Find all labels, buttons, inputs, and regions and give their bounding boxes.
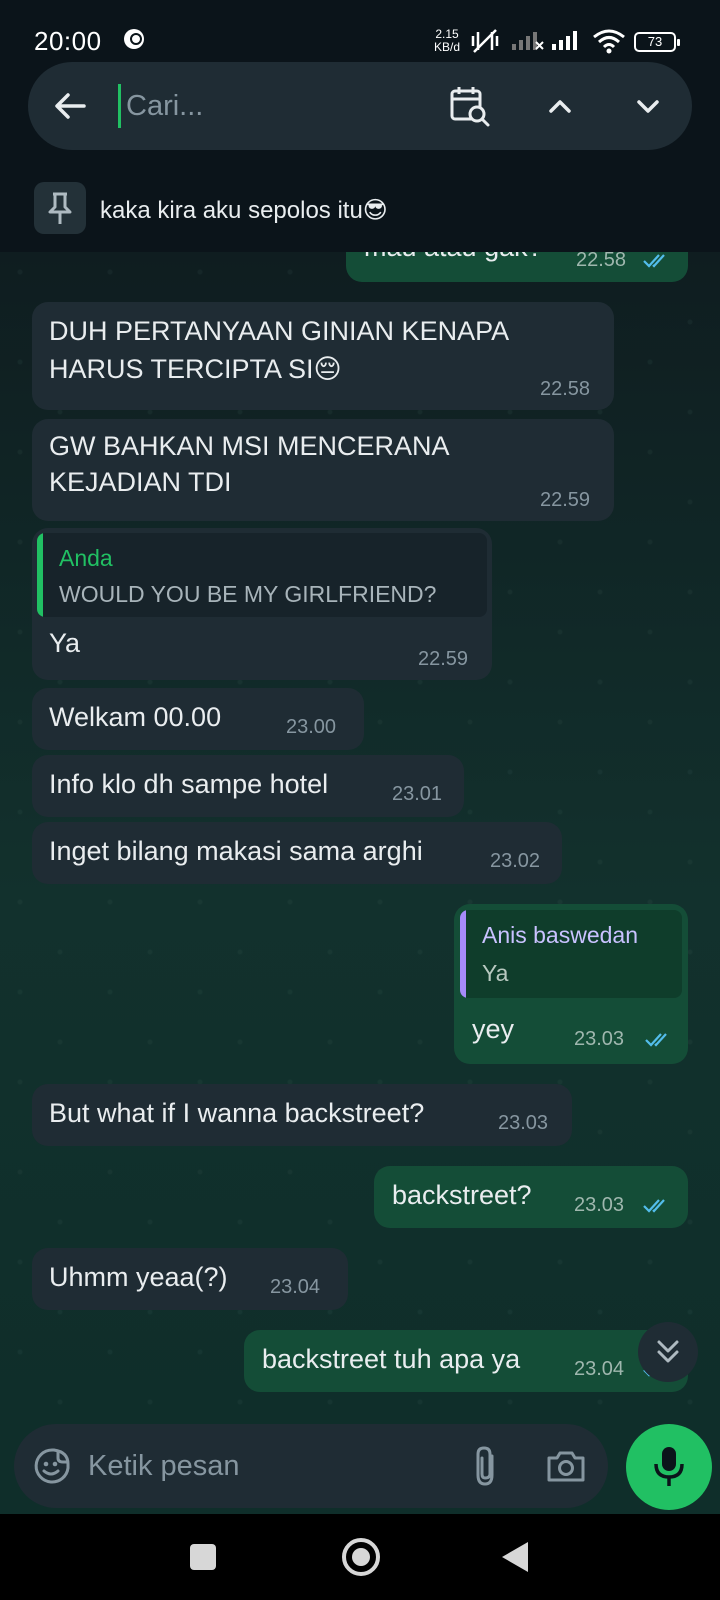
search-header [0, 62, 720, 164]
message-time: 23.03 [574, 1194, 625, 1216]
message-time: 23.02 [490, 850, 541, 872]
back-arrow-icon[interactable] [50, 86, 90, 126]
pinned-message-banner[interactable]: kaka kira aku sepolos itu😎 [0, 176, 720, 252]
status-bar: 20:00 2.15 KB/d 73 [0, 0, 720, 62]
voice-record-button[interactable] [626, 1424, 712, 1510]
chevron-up-icon[interactable] [540, 86, 580, 126]
double-chevron-down-icon [657, 1340, 679, 1363]
signal-sim1-icon [552, 31, 577, 50]
read-ticks-icon [645, 1033, 667, 1047]
search-bar [28, 62, 692, 150]
message-time: 22.58 [576, 252, 627, 271]
network-speed-unit: KB/d [433, 40, 460, 54]
message-bubble-incoming-reply[interactable]: Anda WOULD YOU BE MY GIRLFRIEND? Ya 22.5… [32, 528, 492, 680]
emoji-sticker-icon[interactable] [32, 1446, 72, 1486]
message-text-line: DUH PERTANYAAN GINIAN KENAPA [49, 316, 510, 346]
recent-apps-button[interactable] [190, 1544, 216, 1570]
quote-author: Anda [59, 545, 113, 571]
scroll-to-bottom-button[interactable] [638, 1322, 698, 1382]
home-button[interactable] [342, 1538, 380, 1576]
message-text: But what if I wanna backstreet? [49, 1098, 425, 1128]
message-text: backstreet? [392, 1180, 532, 1210]
message-bubble-incoming[interactable]: DUH PERTANYAAN GINIAN KENAPA HARUS TERCI… [32, 302, 614, 410]
text-cursor [118, 84, 121, 128]
message-text: Info klo dh sampe hotel [49, 769, 329, 799]
chat-area[interactable]: mau atau gak? 22.58 DUH PERTANYAAN GINIA… [0, 252, 720, 1422]
quote-bar [37, 533, 43, 617]
message-bubble-incoming[interactable]: Welkam 00.00 23.00 [32, 688, 364, 750]
message-time: 22.59 [418, 648, 469, 670]
microphone-icon [654, 1447, 684, 1486]
attach-icon[interactable] [466, 1444, 506, 1488]
message-input[interactable] [88, 1444, 388, 1488]
message-text-line: KEJADIAN TDI [49, 467, 232, 497]
message-bubble-incoming[interactable]: Uhmm yeaa(?) 23.04 [32, 1248, 348, 1310]
message-text: Ya [49, 628, 81, 658]
compose-box [14, 1424, 608, 1508]
message-bubble-incoming[interactable]: Inget bilang makasi sama arghi 23.02 [32, 822, 562, 884]
search-by-date-icon[interactable] [448, 84, 492, 128]
back-button[interactable] [502, 1542, 528, 1572]
network-speed: 2.15 KB/d [432, 28, 462, 54]
message-time: 23.00 [286, 716, 337, 738]
quoted-message[interactable]: Anis baswedan Ya [460, 910, 682, 998]
message-bubble-outgoing[interactable]: mau atau gak? 22.58 [346, 252, 688, 282]
message-composer [0, 1422, 720, 1514]
message-bubble-incoming[interactable]: But what if I wanna backstreet? 23.03 [32, 1084, 572, 1146]
chevron-down-icon[interactable] [628, 86, 668, 126]
message-bubble-outgoing-reply[interactable]: Anis baswedan Ya yey 23.03 [454, 904, 688, 1064]
pin-icon-box [34, 182, 86, 234]
read-ticks-icon [643, 254, 665, 268]
message-text: Uhmm yeaa(?) [49, 1262, 228, 1292]
message-text: Welkam 00.00 [49, 702, 222, 732]
quote-author: Anis baswedan [482, 922, 638, 948]
message-time: 23.04 [270, 1276, 321, 1298]
message-text-line: HARUS TERCIPTA SI😔 [49, 354, 342, 384]
message-time: 23.03 [498, 1112, 549, 1134]
quoted-message[interactable]: Anda WOULD YOU BE MY GIRLFRIEND? [37, 533, 487, 617]
battery-indicator: 73 [634, 32, 680, 52]
quote-text: WOULD YOU BE MY GIRLFRIEND? [59, 581, 437, 607]
signal-sim2-icon [512, 32, 544, 50]
search-input[interactable] [126, 82, 426, 130]
message-time: 23.04 [574, 1358, 625, 1380]
quote-text: Ya [482, 960, 509, 986]
message-bubble-incoming[interactable]: GW BAHKAN MSI MENCERANA KEJADIAN TDI 22.… [32, 419, 614, 521]
message-bubble-outgoing[interactable]: backstreet? 23.03 [374, 1166, 688, 1228]
wifi-icon [593, 29, 625, 54]
status-time: 20:00 [34, 26, 102, 56]
message-text: yey [472, 1014, 515, 1044]
pinterest-notification-icon [124, 29, 144, 49]
message-text: backstreet tuh apa ya [262, 1344, 521, 1374]
message-time: 23.01 [392, 783, 443, 805]
message-text: mau atau gak? [364, 252, 543, 266]
message-text: Inget bilang makasi sama arghi [49, 836, 423, 866]
system-navigation-bar [0, 1514, 720, 1600]
message-text-line: GW BAHKAN MSI MENCERANA [49, 431, 450, 461]
quote-bar [460, 910, 466, 998]
message-bubble-incoming[interactable]: Info klo dh sampe hotel 23.01 [32, 755, 464, 817]
pinned-message-text: kaka kira aku sepolos itu😎 [100, 197, 388, 224]
read-ticks-icon [643, 1199, 665, 1213]
camera-icon[interactable] [544, 1444, 588, 1488]
message-bubble-outgoing[interactable]: backstreet tuh apa ya 23.04 [244, 1330, 688, 1392]
pin-icon [48, 192, 72, 224]
message-time: 22.59 [540, 489, 591, 511]
mute-vibrate-icon [471, 29, 499, 53]
message-time: 23.03 [574, 1028, 625, 1050]
message-time: 22.58 [540, 378, 591, 400]
